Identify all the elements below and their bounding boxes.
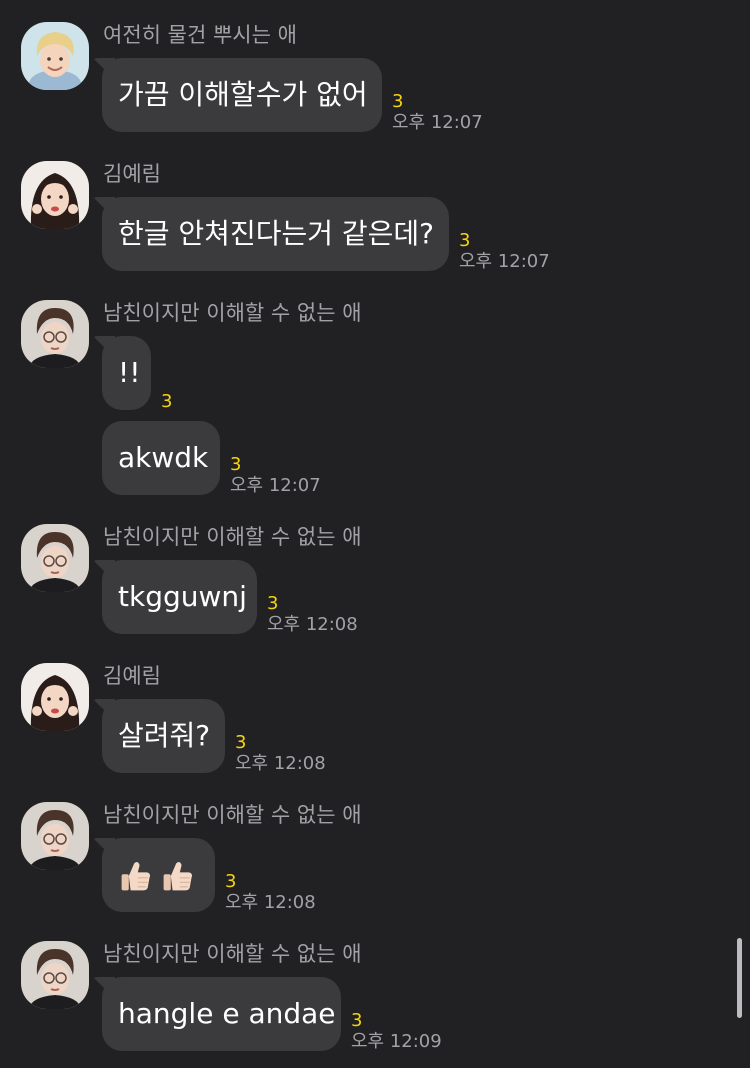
message-bubble[interactable]: hangle e andae [102, 977, 341, 1051]
message-bubble[interactable] [102, 838, 215, 912]
message-bubble[interactable]: akwdk [102, 421, 220, 495]
avatar[interactable] [21, 22, 89, 90]
timestamp: 오후 12:09 [351, 1031, 442, 1052]
avatar[interactable] [21, 663, 89, 731]
profile-photo [21, 22, 89, 90]
thumbs-up-icon [160, 858, 196, 894]
timestamp: 오후 12:08 [267, 614, 358, 635]
message-meta: 3 오후 12:07 [230, 455, 321, 497]
timestamp: 오후 12:07 [459, 251, 550, 272]
message-meta: 3 오후 12:08 [267, 594, 358, 636]
unread-count: 3 [459, 230, 471, 251]
sender-name: 남친이지만 이해할 수 없는 애 [103, 803, 362, 827]
message-bubble[interactable]: 살려줘? [102, 699, 225, 773]
avatar[interactable] [21, 161, 89, 229]
sender-name: 남친이지만 이해할 수 없는 애 [103, 525, 362, 549]
profile-photo [21, 663, 89, 731]
profile-photo [21, 524, 89, 592]
profile-photo [21, 161, 89, 229]
thumbs-up-icon [118, 858, 154, 894]
unread-count: 3 [235, 732, 247, 753]
message-meta: 3 오후 12:09 [351, 1011, 442, 1053]
message-meta: 3 오후 12:08 [225, 872, 316, 914]
sender-name: 김예림 [103, 664, 161, 688]
message-bubble[interactable]: tkgguwnj [102, 560, 257, 634]
message-bubble[interactable]: 한글 안쳐진다는거 같은데? [102, 197, 449, 271]
avatar[interactable] [21, 802, 89, 870]
avatar[interactable] [21, 524, 89, 592]
sender-name: 김예림 [103, 162, 161, 186]
timestamp: 오후 12:07 [392, 112, 483, 133]
message-bubble[interactable]: 가끔 이해할수가 없어 [102, 58, 382, 132]
scrollbar[interactable] [737, 938, 742, 1018]
message-meta: 3 오후 12:07 [392, 92, 483, 134]
profile-photo [21, 300, 89, 368]
unread-count: 3 [230, 454, 242, 475]
timestamp: 오후 12:08 [235, 753, 326, 774]
profile-photo [21, 941, 89, 1009]
unread-count: 3 [392, 91, 404, 112]
message-meta: 3 오후 12:07 [459, 231, 550, 273]
message-bubble[interactable]: !! [102, 336, 151, 410]
profile-photo [21, 802, 89, 870]
unread-count: 3 [225, 871, 237, 892]
unread-count: 3 [267, 593, 279, 614]
message-meta: 3 [161, 392, 172, 412]
timestamp: 오후 12:08 [225, 892, 316, 913]
unread-count: 3 [161, 391, 173, 412]
sender-name: 남친이지만 이해할 수 없는 애 [103, 942, 362, 966]
chat-area[interactable]: 여전히 물건 뿌시는 애 가끔 이해할수가 없어 3 오후 12:07 김예림 … [0, 0, 750, 1068]
avatar[interactable] [21, 941, 89, 1009]
message-meta: 3 오후 12:08 [235, 733, 326, 775]
sender-name: 여전히 물건 뿌시는 애 [103, 23, 297, 47]
avatar[interactable] [21, 300, 89, 368]
unread-count: 3 [351, 1010, 363, 1031]
timestamp: 오후 12:07 [230, 475, 321, 496]
sender-name: 남친이지만 이해할 수 없는 애 [103, 301, 362, 325]
